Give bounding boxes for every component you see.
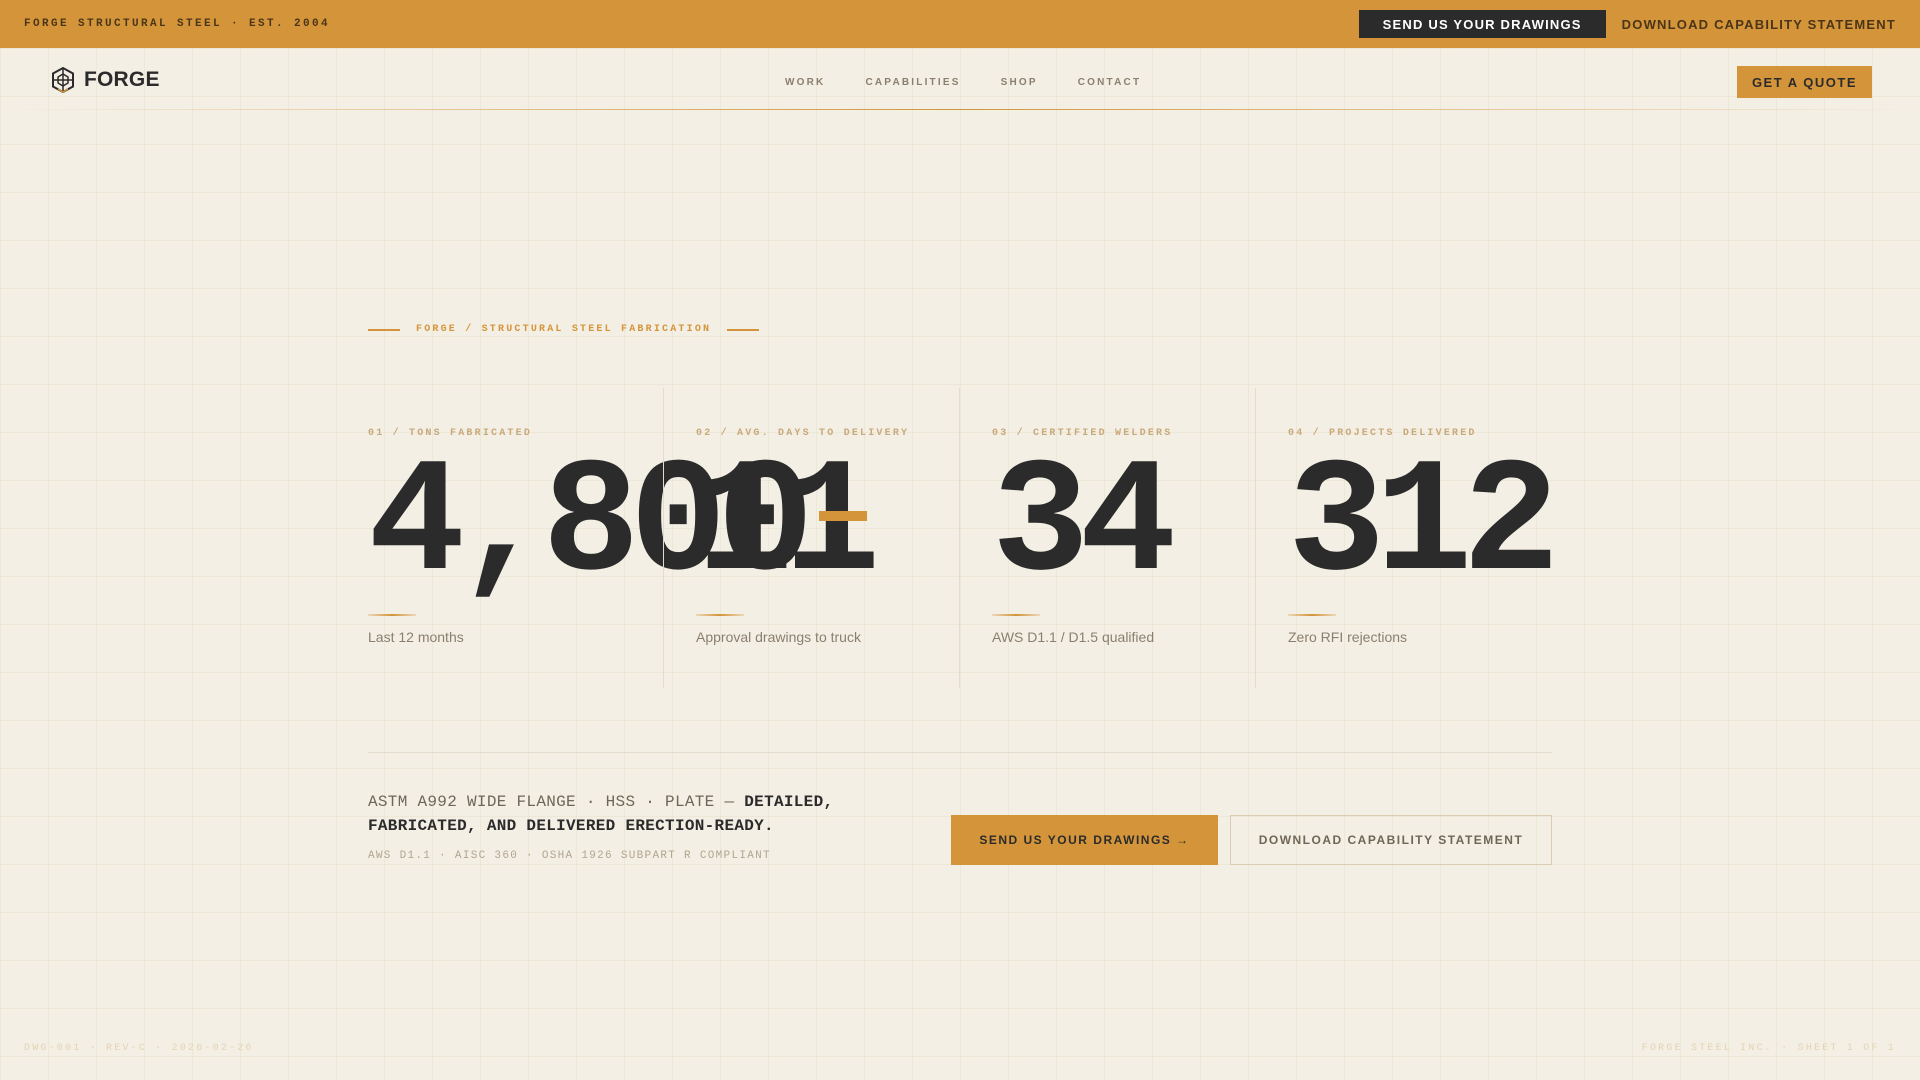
stat-caption: AWS D1.1 / D1.5 qualified bbox=[992, 629, 1155, 645]
stat-caption: Last 12 months bbox=[368, 629, 464, 645]
sheet-label: FORGE STEEL INC. · SHEET 1 OF 1 bbox=[1641, 1043, 1896, 1054]
stat-underline bbox=[696, 614, 744, 616]
hex-frame-icon bbox=[52, 67, 74, 93]
stat-underline bbox=[368, 614, 416, 616]
compliance-note: AWS D1.1 · AISC 360 · OSHA 1926 SUBPART … bbox=[368, 850, 771, 862]
stats-row: 01 / TONS FABRICATED 4,800 Last 12 month… bbox=[368, 388, 1560, 688]
stat-value: 34 bbox=[992, 433, 1176, 617]
topbar-brand: FORGE STRUCTURAL STEEL · EST. 2004 bbox=[24, 18, 331, 30]
eyebrow-line-left bbox=[368, 328, 400, 331]
tagline: ASTM A992 WIDE FLANGE · HSS · PLATE — DE… bbox=[368, 790, 888, 838]
site-header: FORGE WORK CAPABILITIES SHOP CONTACT GET… bbox=[0, 48, 1920, 110]
stat-divider bbox=[959, 388, 960, 688]
main-nav: WORK CAPABILITIES SHOP CONTACT bbox=[785, 77, 1141, 88]
stat-divider bbox=[1255, 388, 1256, 688]
topbar-actions: SEND US YOUR DRAWINGS DOWNLOAD CAPABILIT… bbox=[1358, 10, 1896, 38]
announcement-bar: FORGE STRUCTURAL STEEL · EST. 2004 SEND … bbox=[0, 0, 1920, 48]
stat-underline bbox=[992, 614, 1040, 616]
send-drawings-button[interactable]: SEND US YOUR DRAWINGS → bbox=[951, 815, 1218, 865]
section-divider bbox=[368, 752, 1552, 753]
stat-value: 312 bbox=[1288, 433, 1560, 617]
stat-value: 11 bbox=[696, 433, 880, 617]
stat-caption: Zero RFI rejections bbox=[1288, 629, 1408, 645]
stat-accent-bar bbox=[819, 511, 867, 521]
nav-item-work[interactable]: WORK bbox=[785, 77, 825, 88]
topbar-download-statement-link[interactable]: DOWNLOAD CAPABILITY STATEMENT bbox=[1622, 17, 1896, 32]
get-quote-button[interactable]: GET A QUOTE bbox=[1737, 66, 1872, 98]
drawing-number: DWG-001 · REV-C · 2026-02-26 bbox=[24, 1043, 254, 1054]
eyebrow-line-right bbox=[727, 328, 760, 331]
eyebrow-text: FORGE / STRUCTURAL STEEL FABRICATION bbox=[416, 324, 712, 335]
nav-item-contact[interactable]: CONTACT bbox=[1078, 77, 1142, 88]
nav-item-capabilities[interactable]: CAPABILITIES bbox=[865, 77, 960, 88]
hero-eyebrow: FORGE / STRUCTURAL STEEL FABRICATION bbox=[368, 324, 760, 335]
logo-text: FORGE bbox=[84, 68, 160, 91]
stat-divider bbox=[663, 388, 664, 688]
stat-underline bbox=[1288, 614, 1336, 616]
logo[interactable]: FORGE bbox=[52, 67, 160, 93]
header-divider bbox=[0, 109, 1920, 110]
topbar-send-drawings-button[interactable]: SEND US YOUR DRAWINGS bbox=[1358, 10, 1606, 38]
stat-caption: Approval drawings to truck bbox=[696, 629, 861, 645]
nav-item-shop[interactable]: SHOP bbox=[1001, 77, 1038, 88]
tagline-plain: ASTM A992 WIDE FLANGE · HSS · PLATE — bbox=[368, 793, 745, 811]
download-statement-button[interactable]: DOWNLOAD CAPABILITY STATEMENT bbox=[1230, 815, 1552, 865]
